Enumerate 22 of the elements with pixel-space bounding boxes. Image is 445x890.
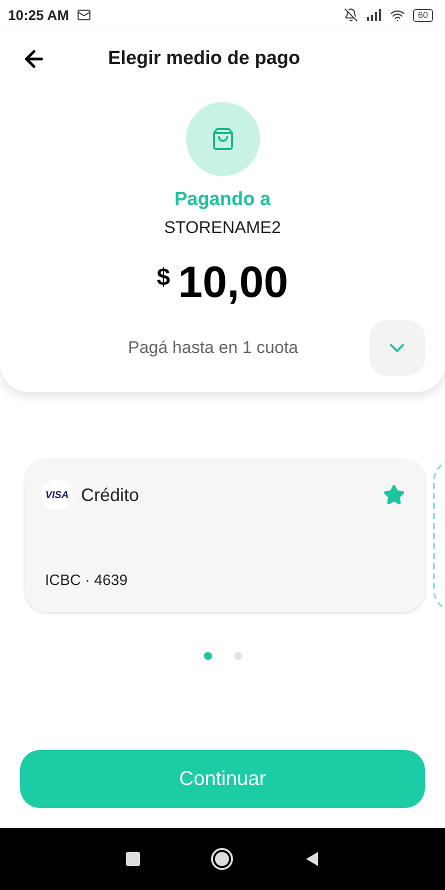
recents-icon[interactable] (126, 852, 140, 866)
status-time: 10:25 AM (8, 6, 69, 24)
wifi-icon (390, 8, 405, 22)
mail-icon (76, 8, 91, 22)
payee-label: Pagando a (174, 188, 271, 212)
page-title: Elegir medio de pago (108, 46, 300, 71)
card-type: Crédito (81, 484, 140, 506)
installments-text: Pagá hasta en 1 cuota (128, 337, 300, 360)
battery-indicator: 60 (412, 8, 433, 22)
amount: 10,00 (178, 257, 288, 309)
bell-off-icon (344, 8, 358, 22)
shopping-bag-icon (210, 127, 234, 151)
installments-toggle[interactable] (369, 320, 425, 376)
card-account: ICBC · 4639 (45, 570, 129, 590)
signal-icon (366, 9, 382, 21)
payment-card[interactable]: VISA Crédito ICBC · 4639 (25, 459, 425, 612)
favorite-star-icon[interactable] (383, 484, 405, 506)
store-name: STORENAME2 (164, 216, 281, 238)
home-icon[interactable] (210, 848, 232, 870)
card-brand-logo: VISA (41, 479, 73, 511)
currency-symbol: $ (156, 263, 170, 293)
back-icon[interactable] (304, 851, 320, 867)
